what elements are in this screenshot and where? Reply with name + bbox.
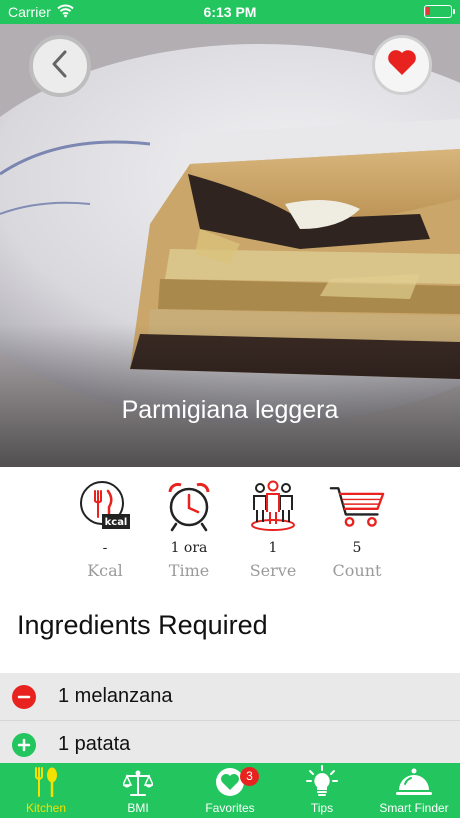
- ingredient-name: 1 melanzana: [58, 685, 173, 707]
- stat-label: Count: [332, 561, 382, 580]
- status-bar: Carrier 6:13 PM: [0, 0, 460, 24]
- tab-kitchen[interactable]: Kitchen: [0, 763, 92, 818]
- svg-text:kcal: kcal: [105, 517, 128, 528]
- tab-label: Kitchen: [25, 801, 67, 815]
- tab-smart-finder[interactable]: Smart Finder: [368, 763, 460, 818]
- stat-serve: 1 Serve: [240, 478, 306, 588]
- scale-icon: [123, 763, 153, 797]
- stat-value: 1 ora: [170, 540, 208, 556]
- utensils-icon: [33, 763, 59, 797]
- remove-ingredient-button[interactable]: [12, 684, 36, 709]
- recipe-hero: Parmigiana leggera: [0, 24, 460, 467]
- cloche-icon: [396, 763, 432, 797]
- tab-label: Tips: [310, 801, 334, 815]
- recipe-title: Parmigiana leggera: [121, 396, 339, 424]
- kcal-icon: kcal: [77, 478, 133, 534]
- chevron-left-icon: [49, 49, 71, 84]
- stat-label: Time: [168, 561, 210, 580]
- favorites-count-badge: 3: [240, 767, 259, 786]
- tab-bar: Kitchen BMI 3 Favorites Tips Smart Finde…: [0, 763, 460, 818]
- ingredients-heading: Ingredients Required: [17, 610, 268, 640]
- lightbulb-icon: [306, 763, 338, 797]
- ingredients-list: 1 melanzana 1 patata: [0, 673, 460, 769]
- stat-time: 1 ora Time: [156, 478, 222, 588]
- list-item: 1 melanzana: [0, 673, 460, 721]
- stat-kcal: kcal - Kcal: [72, 478, 138, 588]
- back-button[interactable]: [29, 35, 91, 97]
- stat-value: -: [102, 540, 108, 556]
- shopping-cart-icon: [329, 478, 385, 534]
- tab-label: Favorites: [205, 801, 255, 815]
- status-time: 6:13 PM: [203, 4, 257, 20]
- people-icon: [245, 478, 301, 534]
- heart-icon: [387, 49, 417, 81]
- stat-label: Kcal: [87, 561, 123, 580]
- minus-icon: [17, 695, 31, 698]
- alarm-clock-icon: [161, 478, 217, 534]
- battery-level: [426, 7, 430, 15]
- tab-label: Smart Finder: [379, 801, 449, 815]
- stat-label: Serve: [249, 561, 297, 580]
- tab-bmi[interactable]: BMI: [92, 763, 184, 818]
- plus-icon: [17, 738, 31, 751]
- ingredient-name: 1 patata: [58, 733, 131, 755]
- tab-favorites[interactable]: 3 Favorites: [184, 763, 276, 818]
- list-item: 1 patata: [0, 721, 460, 769]
- add-ingredient-button[interactable]: [12, 732, 36, 757]
- recipe-stats: kcal - Kcal 1 ora Time 1 Serve 5 Count: [72, 478, 390, 588]
- tab-tips[interactable]: Tips: [276, 763, 368, 818]
- stat-count: 5 Count: [324, 478, 390, 588]
- stat-value: 1: [268, 540, 278, 556]
- battery-icon: [424, 5, 455, 18]
- favorite-button[interactable]: [372, 35, 432, 95]
- stat-value: 5: [352, 540, 362, 556]
- tab-label: BMI: [127, 801, 149, 815]
